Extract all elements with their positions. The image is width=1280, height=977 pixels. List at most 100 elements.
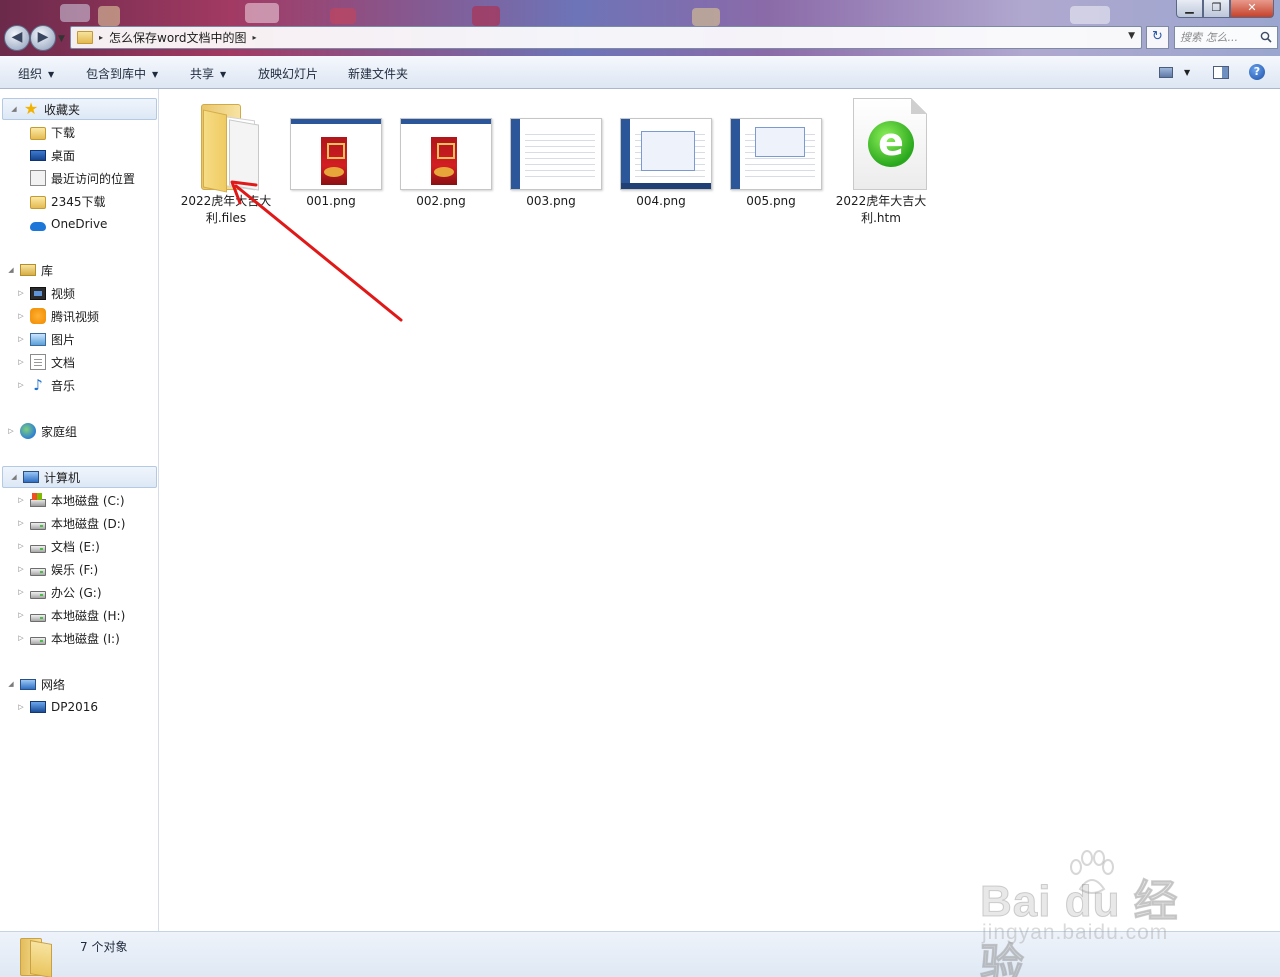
expand-arrow-icon[interactable]: ▷	[16, 542, 26, 550]
expand-arrow-icon[interactable]: ▷	[16, 565, 26, 573]
nav-item-tencent-video[interactable]: ▷ 腾讯视频	[0, 305, 158, 327]
star-icon: ★	[23, 99, 39, 118]
nav-favorites[interactable]: ◢ ★ 收藏夹	[2, 98, 157, 120]
nav-network[interactable]: ◢ 网络	[0, 673, 158, 695]
share-label: 共享	[190, 67, 215, 81]
hard-drive-icon	[30, 591, 46, 599]
expand-arrow-icon[interactable]: ▷	[16, 611, 26, 619]
folder-icon	[20, 938, 54, 977]
help-icon[interactable]: ?	[1249, 64, 1265, 80]
nav-item-downloads[interactable]: 下载	[0, 121, 158, 143]
include-in-library-label: 包含到库中	[86, 67, 147, 81]
preview-pane-icon[interactable]	[1213, 66, 1229, 79]
expand-arrow-icon[interactable]: ▷	[16, 588, 26, 596]
expand-arrow-icon[interactable]: ◢	[9, 473, 19, 481]
network-icon	[20, 678, 36, 690]
image-thumbnail	[510, 118, 602, 190]
nav-item-drive-d[interactable]: ▷ 本地磁盘 (D:)	[0, 512, 158, 534]
nav-label: OneDrive	[51, 217, 108, 231]
nav-label: 文档 (E:)	[51, 539, 100, 554]
change-view-icon[interactable]	[1159, 67, 1173, 78]
expand-arrow-icon[interactable]: ▷	[16, 519, 26, 527]
expand-arrow-icon[interactable]: ▷	[16, 335, 26, 343]
image-thumbnail	[730, 118, 822, 190]
include-in-library-menu[interactable]: 包含到库中 ▼	[86, 65, 158, 82]
expand-arrow-icon[interactable]: ▷	[16, 703, 26, 711]
expand-arrow-icon[interactable]: ▷	[16, 289, 26, 297]
tencent-video-icon	[30, 308, 46, 324]
expand-arrow-icon[interactable]: ◢	[6, 266, 16, 274]
navigation-pane: ◢ ★ 收藏夹 下载 桌面 最近访问的位置 2345下载 OneDrive ◢ …	[0, 89, 159, 931]
library-icon	[20, 264, 36, 276]
recent-pages-dropdown[interactable]: ▼	[58, 34, 65, 44]
expand-arrow-icon[interactable]: ◢	[6, 680, 16, 688]
nav-libraries[interactable]: ◢ 库	[0, 259, 158, 281]
expand-arrow-icon[interactable]: ▷	[16, 634, 26, 642]
file-name: 005.png	[746, 194, 796, 208]
address-bar[interactable]: ▸ 怎么保存word文档中的图 ▸ ▼	[70, 26, 1142, 49]
nav-item-music[interactable]: ▷ ♪ 音乐	[0, 374, 158, 396]
nav-item-2345-downloads[interactable]: 2345下载	[0, 190, 158, 212]
computer-icon	[23, 471, 39, 483]
documents-library-icon	[30, 354, 46, 370]
close-button[interactable]: ✕	[1230, 0, 1274, 18]
nav-item-drive-f[interactable]: ▷ 娱乐 (F:)	[0, 558, 158, 580]
back-button[interactable]: ◀	[4, 25, 30, 51]
nav-label: 本地磁盘 (I:)	[51, 631, 120, 646]
expand-arrow-icon[interactable]: ▷	[16, 381, 26, 389]
nav-item-videos[interactable]: ▷ 视频	[0, 282, 158, 304]
nav-label: 桌面	[51, 148, 76, 163]
expand-arrow-icon[interactable]: ▷	[16, 358, 26, 366]
organize-menu[interactable]: 组织 ▼	[18, 65, 54, 82]
file-name: 2022虎年大吉大利.htm	[835, 194, 927, 225]
nav-item-drive-c[interactable]: ▷ 本地磁盘 (C:)	[0, 489, 158, 511]
search-box[interactable]	[1174, 26, 1278, 49]
nav-label: 腾讯视频	[51, 309, 100, 324]
minimize-button[interactable]: ▁	[1176, 0, 1203, 18]
address-history-dropdown[interactable]: ▼	[1128, 31, 1135, 41]
nav-item-drive-g[interactable]: ▷ 办公 (G:)	[0, 581, 158, 603]
file-name: 004.png	[636, 194, 686, 208]
breadcrumb-separator[interactable]: ▸	[253, 33, 257, 42]
folder-icon	[30, 195, 46, 209]
nav-item-desktop[interactable]: 桌面	[0, 144, 158, 166]
nav-item-drive-i[interactable]: ▷ 本地磁盘 (I:)	[0, 627, 158, 649]
nav-item-drive-e[interactable]: ▷ 文档 (E:)	[0, 535, 158, 557]
nav-computer[interactable]: ◢ 计算机	[2, 466, 157, 488]
expand-arrow-icon[interactable]: ◢	[9, 105, 19, 113]
nav-label: 2345下载	[51, 194, 106, 209]
nav-label: 计算机	[44, 470, 81, 485]
nav-homegroup[interactable]: ▷ 家庭组	[0, 420, 158, 442]
search-input[interactable]	[1180, 31, 1258, 44]
organize-label: 组织	[18, 67, 43, 81]
expand-arrow-icon[interactable]: ▷	[16, 496, 26, 504]
nav-item-documents[interactable]: ▷ 文档	[0, 351, 158, 373]
refresh-button[interactable]: ↻	[1146, 26, 1169, 49]
expand-arrow-icon[interactable]: ▷	[6, 427, 16, 435]
slideshow-button[interactable]: 放映幻灯片	[258, 65, 318, 82]
nav-item-dp2016[interactable]: ▷ DP2016	[0, 696, 158, 718]
new-folder-button[interactable]: 新建文件夹	[348, 65, 408, 82]
html-document-icon: e	[853, 98, 927, 190]
chevron-down-icon: ▼	[48, 70, 55, 79]
view-options-dropdown[interactable]: ▼	[1184, 68, 1190, 77]
nav-item-recent-places[interactable]: 最近访问的位置	[0, 167, 158, 189]
search-icon[interactable]	[1260, 31, 1272, 43]
nav-label: 视频	[51, 286, 76, 301]
nav-item-drive-h[interactable]: ▷ 本地磁盘 (H:)	[0, 604, 158, 626]
folder-icon	[77, 31, 93, 44]
status-bar: 7 个对象	[0, 931, 1280, 977]
breadcrumb-current-folder[interactable]: 怎么保存word文档中的图	[109, 29, 247, 46]
breadcrumb-separator[interactable]: ▸	[99, 33, 103, 42]
restore-button[interactable]: ❐	[1203, 0, 1230, 18]
music-note-icon: ♪	[33, 376, 43, 394]
forward-button[interactable]: ▶	[30, 25, 56, 51]
share-menu[interactable]: 共享 ▼	[190, 65, 226, 82]
nav-label: 本地磁盘 (H:)	[51, 608, 126, 623]
nav-item-pictures[interactable]: ▷ 图片	[0, 328, 158, 350]
expand-arrow-icon[interactable]: ▷	[16, 312, 26, 320]
image-thumbnail	[620, 118, 712, 190]
network-computer-icon	[30, 701, 46, 713]
hard-drive-icon	[30, 568, 46, 576]
nav-item-onedrive[interactable]: OneDrive	[0, 213, 158, 235]
